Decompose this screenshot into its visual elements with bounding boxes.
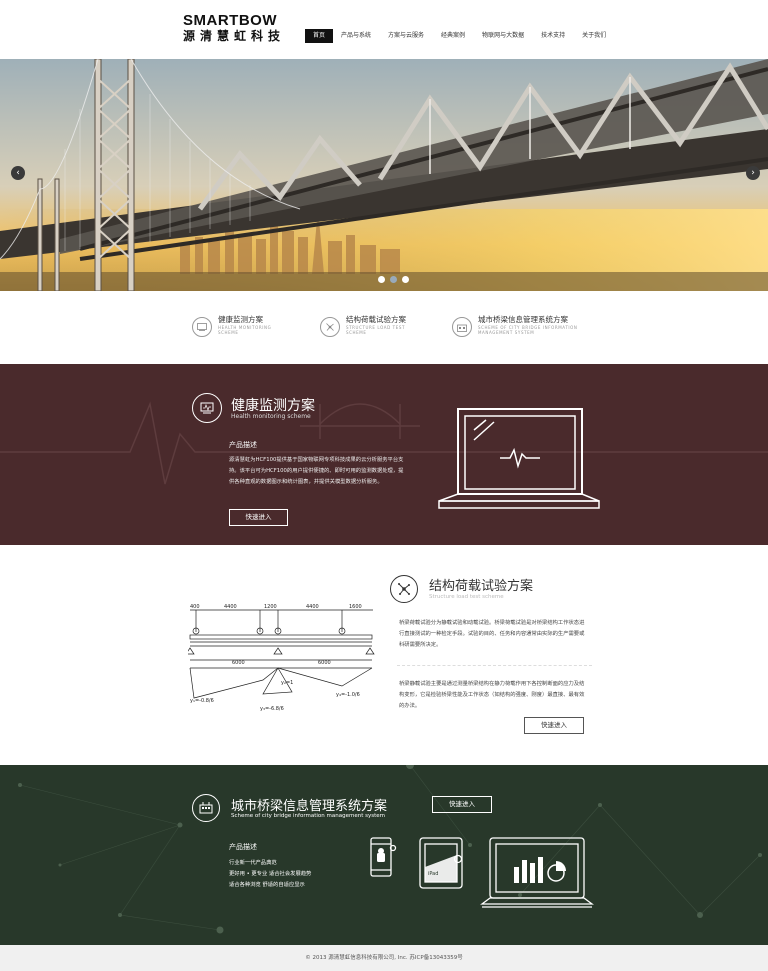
quick-link-subtitle: HEALTH MONITORING SCHEME [218, 325, 272, 335]
section-subtitle: Structure load test scheme [429, 594, 504, 600]
feature-list: 行业新一代产品典范 更好用 • 更专业 适合社会发展趋势 适合各种浏览 舒适的自… [229, 858, 311, 891]
quick-links: 健康监测方案 HEALTH MONITORING SCHEME 结构荷载试验方案… [0, 292, 768, 364]
logo-english: SMARTBOW [183, 12, 277, 29]
city-bridge-section: 城市桥梁信息管理系统方案 Scheme of city bridge infor… [0, 765, 768, 945]
network-icon [320, 317, 340, 337]
quick-link-structure[interactable]: 结构荷载试验方案 STRUCTURE LOAD TEST SCHEME [320, 315, 410, 337]
dim-label: 6000 [232, 660, 245, 666]
influence-label: y₂=1 [281, 680, 293, 686]
description-label: 产品描述 [229, 843, 257, 851]
quick-enter-button[interactable]: 快速进入 [432, 796, 492, 813]
ipad-label: iPad [428, 871, 438, 877]
dim-label: 1200 [264, 604, 277, 610]
description-label: 产品描述 [229, 441, 257, 449]
hero-banner: ‹ › [0, 59, 768, 291]
section-subtitle: Scheme of city bridge information manage… [231, 813, 385, 819]
influence-label: y₃=-6.8/6 [260, 706, 284, 712]
site-header: SMARTBOW 源清慧虹科技 首页 产品与系统 方案与云服务 经典案例 物联网… [0, 0, 768, 58]
nav-solutions[interactable]: 方案与云服务 [388, 29, 424, 43]
section-subtitle: Health monitoring scheme [231, 413, 311, 420]
banner-next-button[interactable]: › [746, 166, 760, 180]
health-monitoring-section: 健康监测方案 Health monitoring scheme 产品描述 源清慧… [0, 364, 768, 545]
quick-enter-button[interactable]: 快速进入 [524, 717, 584, 734]
nav-iot[interactable]: 物联网与大数据 [482, 29, 524, 43]
feature-item: 行业新一代产品典范 [229, 860, 277, 866]
quick-link-health[interactable]: 健康监测方案 HEALTH MONITORING SCHEME [192, 315, 274, 337]
quick-link-title: 城市桥梁信息管理系统方案 [478, 315, 568, 324]
site-footer: © 2013 源清慧虹信息科技有限公司, Inc. 苏ICP备13043359号 [0, 945, 768, 971]
quick-enter-button[interactable]: 快速进入 [229, 509, 288, 526]
main-nav: 首页 产品与系统 方案与云服务 经典案例 物联网与大数据 技术支持 关于我们 [305, 29, 623, 43]
nav-products[interactable]: 产品与系统 [341, 29, 371, 43]
nav-cases[interactable]: 经典案例 [441, 29, 465, 43]
dim-label: 400 [190, 604, 200, 610]
description-text: 桥梁静载试验主要是通过测量桥梁结构在静力荷载作用下各控制断面的应力及结构变形，它… [399, 681, 585, 709]
logo-chinese: 源清慧虹科技 [183, 29, 286, 43]
load-diagram: 400 4400 1200 4400 1600 6000 6000 y₁=-0.… [188, 604, 375, 712]
description-text: 源清慧虹为HCF100提供基于国家物联网专项科技成果的云分析服务平台支持。该平台… [229, 457, 404, 485]
banner-prev-button[interactable]: ‹ [11, 166, 25, 180]
structure-load-section: 400 4400 1200 4400 1600 6000 6000 y₁=-0.… [0, 545, 768, 765]
nav-support[interactable]: 技术支持 [541, 29, 565, 43]
building-icon [192, 794, 220, 822]
nav-about[interactable]: 关于我们 [582, 29, 606, 43]
section-title: 结构荷载试验方案 [429, 579, 534, 594]
divider [397, 665, 592, 666]
banner-dot-2[interactable] [390, 276, 397, 283]
site-logo[interactable]: SMARTBOW 源清慧虹科技 [183, 13, 295, 44]
bridge-photo [0, 59, 768, 291]
banner-pagination [378, 276, 409, 283]
devices-illustration: iPad [370, 837, 594, 908]
influence-label: y₁=-0.8/6 [190, 698, 214, 704]
description-text: 桥梁荷载试验分为静载试验和动载试验。桥梁荷载试验是对桥梁结构工作状态进行直接测试… [399, 620, 585, 648]
banner-dot-3[interactable] [402, 276, 409, 283]
section-title: 健康监测方案 [231, 398, 315, 414]
banner-dot-1[interactable] [378, 276, 385, 283]
feature-item: 适合各种浏览 舒适的自适应显示 [229, 882, 305, 888]
quick-link-city[interactable]: 城市桥梁信息管理系统方案 SCHEME OF CITY BRIDGE INFOR… [452, 315, 598, 337]
dim-label: 6000 [318, 660, 331, 666]
feature-item: 更好用 • 更专业 适合社会发展趋势 [229, 871, 312, 877]
quick-link-title: 结构荷载试验方案 [346, 315, 406, 324]
building-icon [452, 317, 472, 337]
quick-link-subtitle: STRUCTURE LOAD TEST SCHEME [346, 325, 406, 335]
nav-home[interactable]: 首页 [305, 29, 334, 43]
dim-label: 4400 [224, 604, 237, 610]
influence-label: y₄=-1.0/6 [336, 692, 360, 698]
monitor-icon [192, 317, 212, 337]
quick-link-title: 健康监测方案 [218, 315, 263, 324]
monitor-icon [192, 393, 222, 423]
laptop-illustration [438, 408, 600, 509]
dim-label: 4400 [306, 604, 319, 610]
dim-label: 1600 [349, 604, 362, 610]
network-icon [390, 575, 418, 603]
quick-link-subtitle: SCHEME OF CITY BRIDGE INFORMATION MANAGE… [478, 325, 578, 335]
section-title: 城市桥梁信息管理系统方案 [231, 799, 388, 814]
